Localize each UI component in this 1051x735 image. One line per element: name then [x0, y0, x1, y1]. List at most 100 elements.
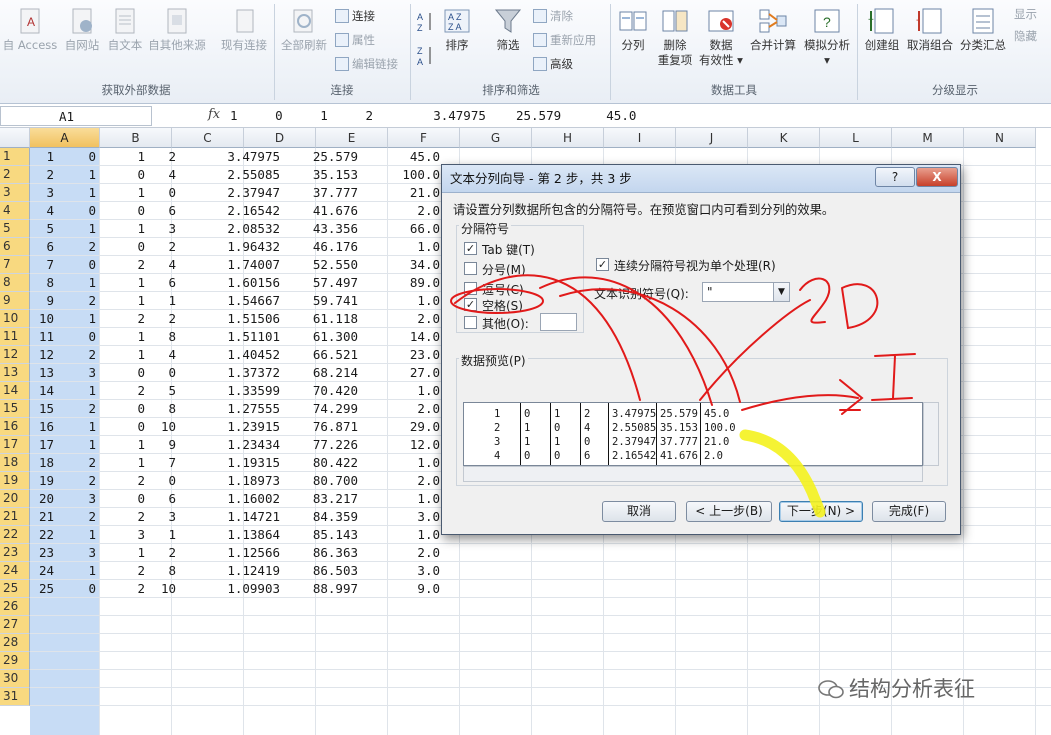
- row-header-27[interactable]: 27: [0, 616, 30, 634]
- row-header-29[interactable]: 29: [0, 652, 30, 670]
- advanced-filter-button[interactable]: 高级: [533, 56, 573, 72]
- column-header-i[interactable]: I: [604, 128, 676, 148]
- column-header-d[interactable]: D: [244, 128, 316, 148]
- preview-cell: 1: [554, 436, 561, 448]
- function-icon[interactable]: fx: [208, 107, 220, 122]
- finish-button[interactable]: 完成(F): [872, 501, 946, 522]
- dropdown-arrow-icon[interactable]: ▼: [773, 283, 789, 301]
- column-gridline: [963, 148, 964, 735]
- formula-content[interactable]: 1 0 1 2 3.47975 25.579 45.0: [230, 108, 636, 123]
- cell-value: 83.217: [312, 491, 358, 506]
- column-header-e[interactable]: E: [316, 128, 388, 148]
- cell-value: 8: [168, 401, 176, 416]
- row-header-30[interactable]: 30: [0, 670, 30, 688]
- preview-cell: 25.579: [660, 408, 698, 420]
- cell-value: 10: [160, 419, 176, 434]
- text-qualifier-select[interactable]: " ▼: [702, 282, 790, 302]
- filter-button[interactable]: 筛选: [490, 6, 526, 53]
- sort-descending-button[interactable]: ZA: [416, 44, 434, 73]
- space-checkbox[interactable]: ✓: [464, 298, 477, 311]
- row-header-28[interactable]: 28: [0, 634, 30, 652]
- row-header-31[interactable]: 31: [0, 688, 30, 706]
- preview-vertical-scrollbar[interactable]: [923, 402, 939, 466]
- text-to-columns-label: 分列: [621, 38, 645, 52]
- properties-button[interactable]: 属性: [335, 32, 375, 48]
- text-to-columns-icon: [619, 11, 647, 31]
- comma-checkbox[interactable]: [464, 282, 477, 295]
- sort-ascending-button[interactable]: AZ: [416, 10, 434, 39]
- ungroup-button[interactable]: - 取消组合: [905, 6, 955, 53]
- next-button[interactable]: 下一步(N) >: [779, 501, 863, 522]
- from-other-sources-button[interactable]: 自其他来源: [146, 6, 208, 53]
- existing-connections-button[interactable]: 现有连接: [216, 6, 272, 53]
- cell-value: 2.0: [417, 545, 440, 560]
- remove-duplicates-button[interactable]: 删除 重复项: [654, 6, 696, 68]
- what-if-analysis-button[interactable]: ? 模拟分析 ▾: [800, 6, 854, 68]
- show-detail-button[interactable]: 显示: [1014, 6, 1037, 22]
- clear-filter-button[interactable]: 清除: [533, 8, 573, 24]
- cancel-button[interactable]: 取消: [602, 501, 676, 522]
- other-checkbox[interactable]: [464, 316, 477, 329]
- cell-value: 46.176: [312, 239, 358, 254]
- column-header-n[interactable]: N: [964, 128, 1036, 148]
- hide-detail-button[interactable]: 隐藏: [1014, 28, 1037, 44]
- reapply-button[interactable]: 重新应用: [533, 32, 596, 48]
- tab-checkbox[interactable]: ✓: [464, 242, 477, 255]
- svg-text:+: +: [868, 15, 874, 26]
- from-text-button[interactable]: 自文本: [103, 6, 147, 53]
- sort-button[interactable]: A ZZ A 排序: [440, 6, 474, 53]
- svg-text:A: A: [417, 57, 423, 67]
- cell-value: 1.18973: [227, 473, 280, 488]
- row-header-26[interactable]: 26: [0, 598, 30, 616]
- data-preview-box[interactable]: 1 0 1 2 3.47975 25.579 45.0 2 1 0 4 2.55085 35.153 10…: [463, 402, 923, 466]
- data-validation-icon: [708, 10, 734, 32]
- text-file-icon: [115, 8, 135, 34]
- cell-value: 9: [168, 437, 176, 452]
- from-access-button[interactable]: A 自 Access: [2, 6, 58, 53]
- group-label-outline: 分级显示: [932, 83, 978, 97]
- edit-links-button[interactable]: 编辑链接: [335, 56, 398, 72]
- select-all-corner[interactable]: [0, 128, 30, 148]
- cell-value: 1.0: [417, 239, 440, 254]
- preview-cell: 45.0: [704, 408, 730, 420]
- column-header-c[interactable]: C: [172, 128, 244, 148]
- name-box[interactable]: A1: [0, 106, 152, 126]
- cell-value: 2: [168, 311, 176, 326]
- separators-group-label: 分隔符号: [459, 220, 512, 237]
- column-header-a[interactable]: A: [30, 128, 100, 148]
- preview-horizontal-scrollbar[interactable]: [463, 466, 923, 482]
- other-separator-input[interactable]: [540, 313, 577, 331]
- semicolon-checkbox[interactable]: [464, 262, 477, 275]
- consolidate-button[interactable]: 合并计算: [747, 6, 799, 53]
- connections-button[interactable]: 连接: [335, 8, 375, 24]
- preview-cell: 2.55085: [612, 422, 657, 434]
- preview-cell: 3.47975: [612, 408, 657, 420]
- data-validation-button[interactable]: 数据 有效性 ▾: [698, 6, 744, 68]
- column-header-l[interactable]: L: [820, 128, 892, 148]
- column-header-m[interactable]: M: [892, 128, 964, 148]
- sort-za-icon: ZA: [417, 46, 431, 67]
- from-web-button[interactable]: 自网站: [60, 6, 104, 53]
- column-gridline: [1035, 148, 1036, 735]
- ribbon: A 自 Access 自网站 自文本 自其他来源 现有连接 获取外部数据 全部刷…: [0, 0, 1051, 104]
- column-header-f[interactable]: F: [388, 128, 460, 148]
- column-header-b[interactable]: B: [100, 128, 172, 148]
- close-button[interactable]: X: [916, 167, 958, 187]
- subtotal-button[interactable]: 分类汇总: [957, 6, 1009, 53]
- back-button[interactable]: < 上一步(B): [686, 501, 772, 522]
- column-header-g[interactable]: G: [460, 128, 532, 148]
- cell-value: 1.0: [417, 491, 440, 506]
- consecutive-delimiters-checkbox[interactable]: ✓: [596, 258, 609, 271]
- cell-value: 43.356: [312, 221, 358, 236]
- consolidate-icon: [759, 9, 787, 33]
- help-button[interactable]: ?: [875, 167, 915, 187]
- group-button[interactable]: + 创建组: [860, 6, 904, 53]
- remove-duplicates-label2: 重复项: [657, 53, 693, 67]
- column-header-k[interactable]: K: [748, 128, 820, 148]
- refresh-all-button[interactable]: 全部刷新: [278, 6, 330, 53]
- column-header-h[interactable]: H: [532, 128, 604, 148]
- text-to-columns-button[interactable]: 分列: [614, 6, 652, 53]
- column-header-j[interactable]: J: [676, 128, 748, 148]
- preview-cell: 0: [524, 408, 531, 420]
- cell-value: 3.0: [417, 563, 440, 578]
